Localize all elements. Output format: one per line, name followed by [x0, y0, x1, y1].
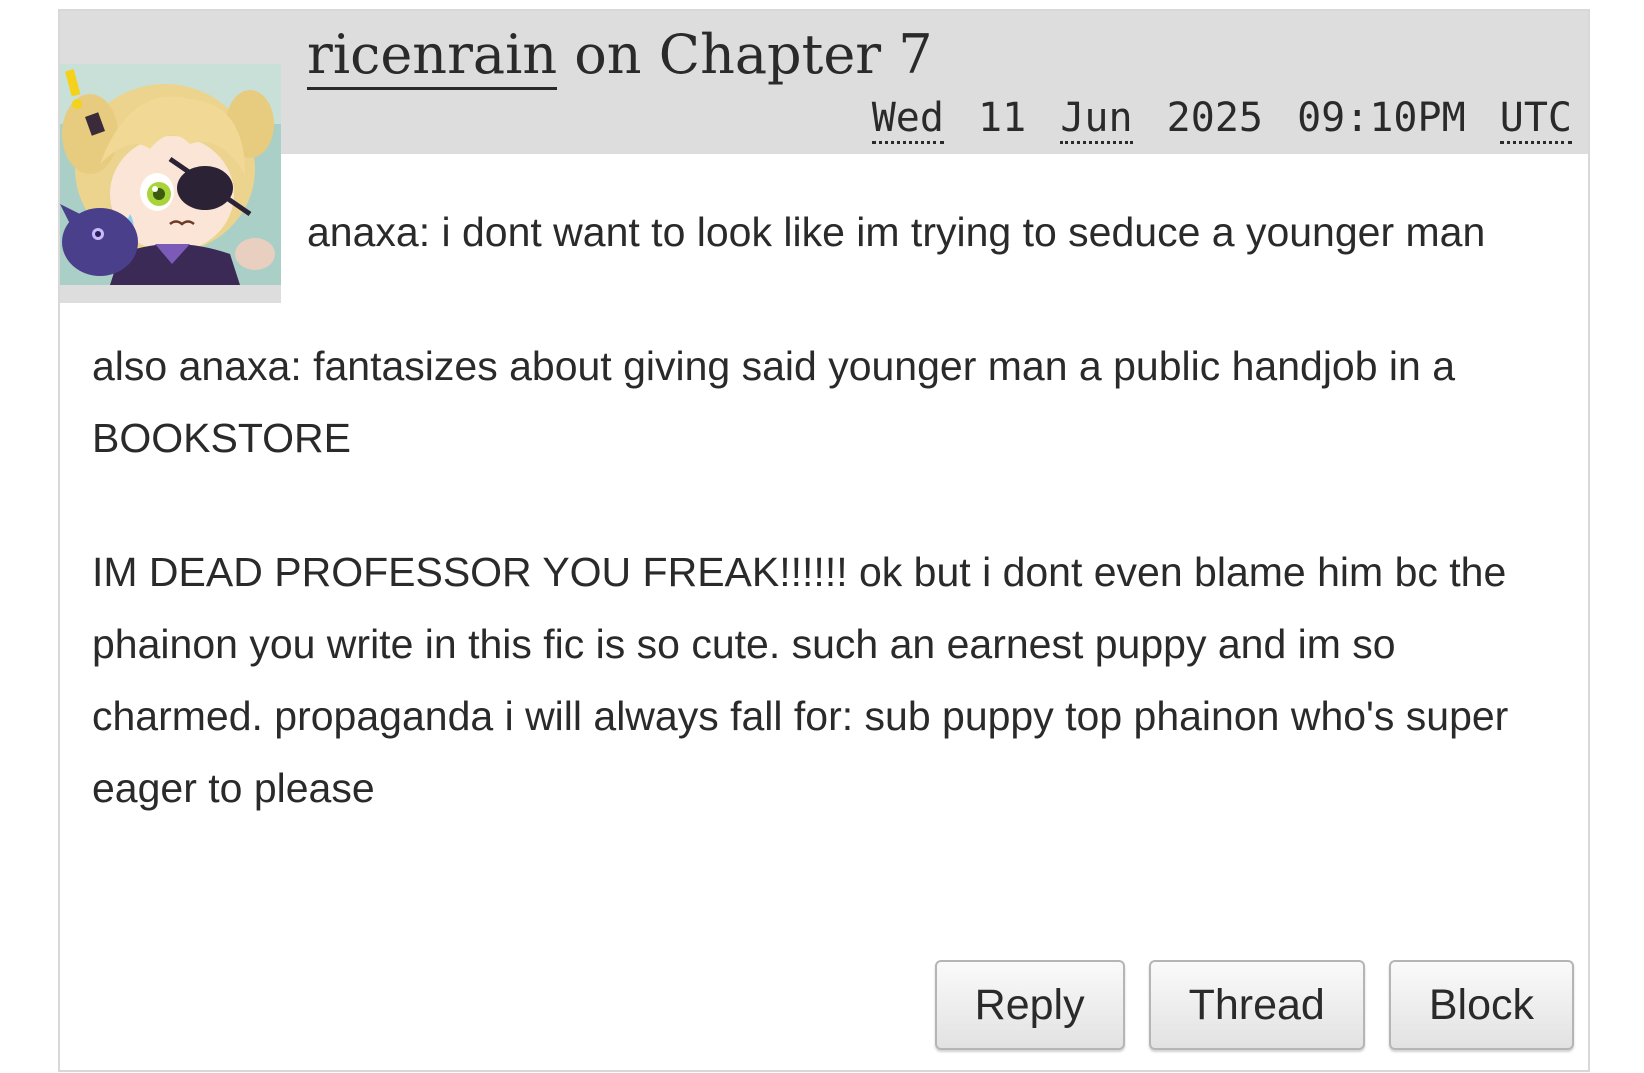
- reply-button[interactable]: Reply: [934, 960, 1125, 1050]
- time: 09:10PM: [1297, 95, 1466, 141]
- comment-body: anaxa: i dont want to look like im tryin…: [92, 196, 1562, 886]
- day: 11: [978, 95, 1027, 141]
- on-label: on: [574, 23, 642, 86]
- thread-button[interactable]: Thread: [1148, 960, 1365, 1050]
- comment-header: ricenrain on Chapter 7 Wed 11 Jun 2025 0…: [60, 11, 1588, 154]
- comment-card: ricenrain on Chapter 7 Wed 11 Jun 2025 0…: [58, 9, 1590, 1072]
- timezone: UTC: [1499, 95, 1572, 144]
- year: 2025: [1166, 95, 1263, 141]
- comment-actions: Reply Thread Block: [934, 960, 1574, 1050]
- comment-paragraph: anaxa: i dont want to look like im tryin…: [307, 209, 1486, 255]
- weekday: Wed: [871, 95, 944, 144]
- chapter-link[interactable]: Chapter 7: [659, 23, 933, 86]
- author-link[interactable]: ricenrain: [307, 23, 558, 90]
- comment-paragraph: IM DEAD PROFESSOR YOU FREAK!!!!!! ok but…: [92, 549, 1509, 811]
- month: Jun: [1060, 95, 1133, 144]
- block-button[interactable]: Block: [1388, 960, 1574, 1050]
- comment-paragraph: also anaxa: fantasizes about giving said…: [92, 343, 1456, 461]
- comment-byline: ricenrain on Chapter 7: [307, 23, 933, 90]
- comment-datetime: Wed 11 Jun 2025 09:10PM UTC: [871, 95, 1572, 144]
